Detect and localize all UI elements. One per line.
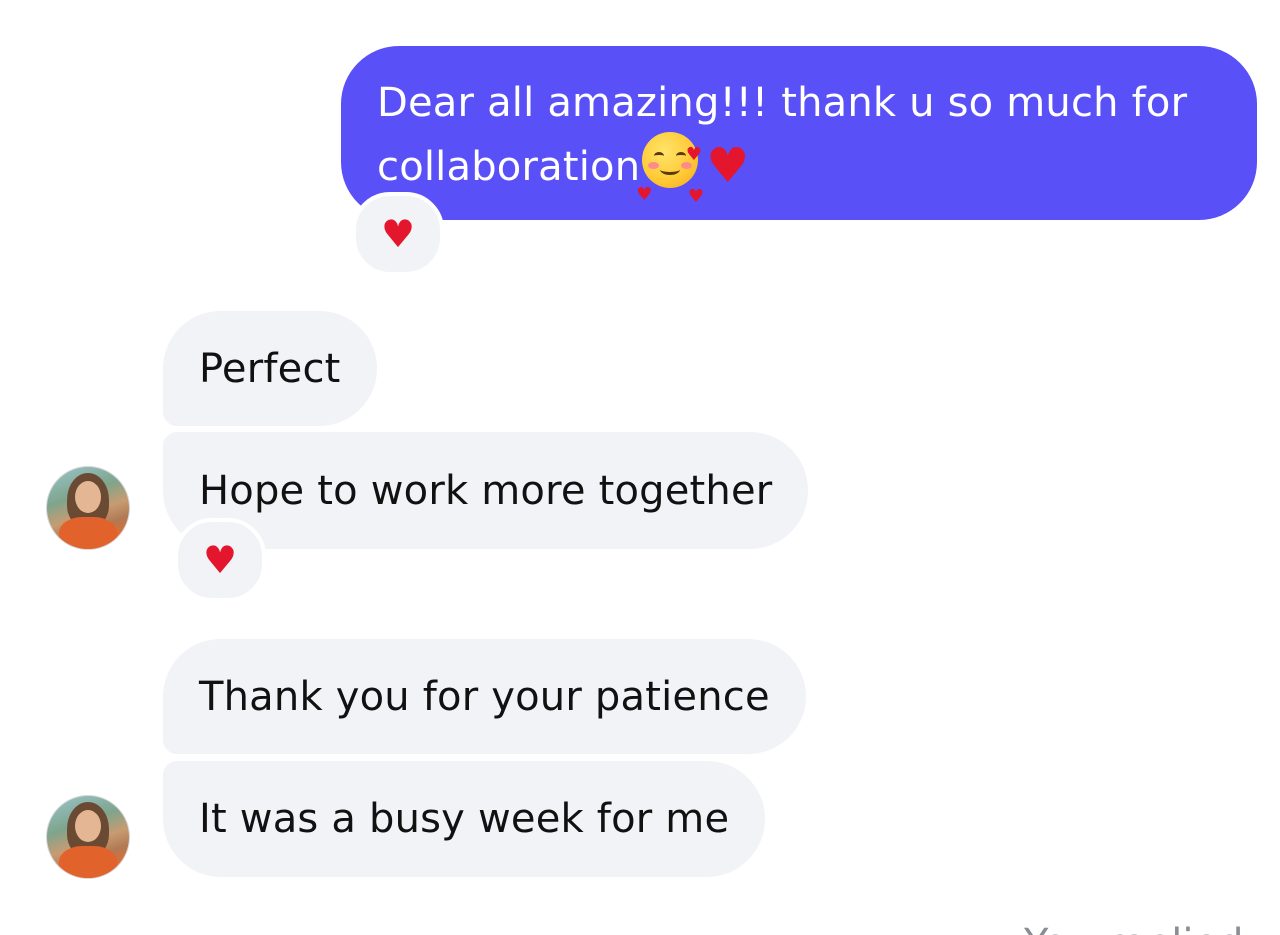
- received-message-reaction[interactable]: ♥: [174, 518, 266, 602]
- smiling-face-with-hearts-icon: ♥ ♥ ♥: [636, 132, 704, 207]
- replied-status-text: You replied: [1024, 915, 1243, 935]
- sent-message-bubble[interactable]: Dear all amazing!!! thank u so much for …: [341, 46, 1257, 220]
- received-message-bubble[interactable]: Thank you for your patience: [163, 639, 806, 754]
- red-heart-icon: ♥: [202, 538, 238, 582]
- red-heart-icon: ♥: [380, 212, 416, 256]
- received-message-bubble[interactable]: Perfect: [163, 311, 377, 426]
- chat-thread: Dear all amazing!!! thank u so much for …: [0, 0, 1280, 935]
- sent-message-reaction[interactable]: ♥: [352, 192, 444, 276]
- received-message-text: Thank you for your patience: [199, 673, 770, 720]
- contact-avatar[interactable]: [46, 795, 130, 879]
- received-message-bubble[interactable]: It was a busy week for me: [163, 761, 766, 877]
- received-message-text: It was a busy week for me: [199, 796, 730, 842]
- received-message-text: Hope to work more together: [199, 467, 773, 514]
- received-message-text: Perfect: [199, 345, 341, 392]
- received-message-bubble[interactable]: Hope to work more together: [163, 432, 809, 549]
- contact-avatar[interactable]: [46, 466, 130, 550]
- sent-message-text: Dear all amazing!!! thank u so much for …: [377, 80, 1188, 190]
- red-heart-icon: ♥: [706, 138, 750, 194]
